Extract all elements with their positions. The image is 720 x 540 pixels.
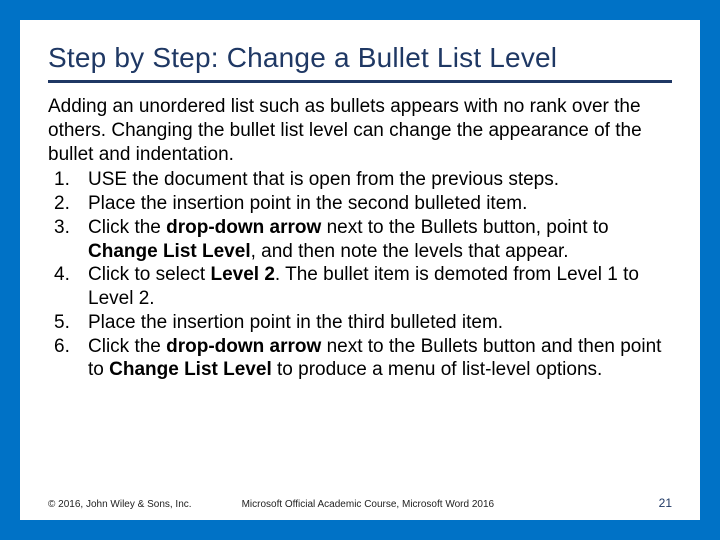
step-text: Place the insertion point in the second … (88, 193, 527, 214)
slide: Step by Step: Change a Bullet List Level… (20, 20, 700, 520)
page-title: Step by Step: Change a Bullet List Level (48, 42, 672, 83)
intro-paragraph: Adding an unordered list such as bullets… (48, 95, 672, 166)
step-text: to produce a menu of list-level options. (272, 359, 603, 380)
step-text: Place the insertion point in the third b… (88, 312, 503, 333)
step-item: Click the drop-down arrow next to the Bu… (48, 216, 672, 264)
step-text-bold: drop-down arrow (166, 217, 321, 238)
step-text: USE the document that is open from the p… (88, 169, 559, 190)
steps-list: USE the document that is open from the p… (48, 168, 672, 382)
step-text: Click the (88, 217, 166, 238)
step-item: Place the insertion point in the third b… (48, 311, 672, 335)
step-text-bold: drop-down arrow (166, 336, 321, 357)
footer-page-number: 21 (659, 496, 672, 510)
step-text: next to the Bullets button, point to (321, 217, 608, 238)
step-text-bold: Change List Level (109, 359, 272, 380)
footer-copyright: © 2016, John Wiley & Sons, Inc. (48, 499, 192, 510)
step-item: USE the document that is open from the p… (48, 168, 672, 192)
footer-center: Microsoft Official Academic Course, Micr… (192, 499, 659, 510)
step-item: Place the insertion point in the second … (48, 192, 672, 216)
step-text-bold: Change List Level (88, 241, 251, 262)
step-item: Click the drop-down arrow next to the Bu… (48, 335, 672, 383)
step-item: Click to select Level 2. The bullet item… (48, 263, 672, 311)
footer: © 2016, John Wiley & Sons, Inc. Microsof… (48, 496, 672, 510)
step-text: Click the (88, 336, 166, 357)
step-text-bold: Level 2 (210, 264, 274, 285)
step-text: , and then note the levels that appear. (251, 241, 569, 262)
step-text: Click to select (88, 264, 210, 285)
